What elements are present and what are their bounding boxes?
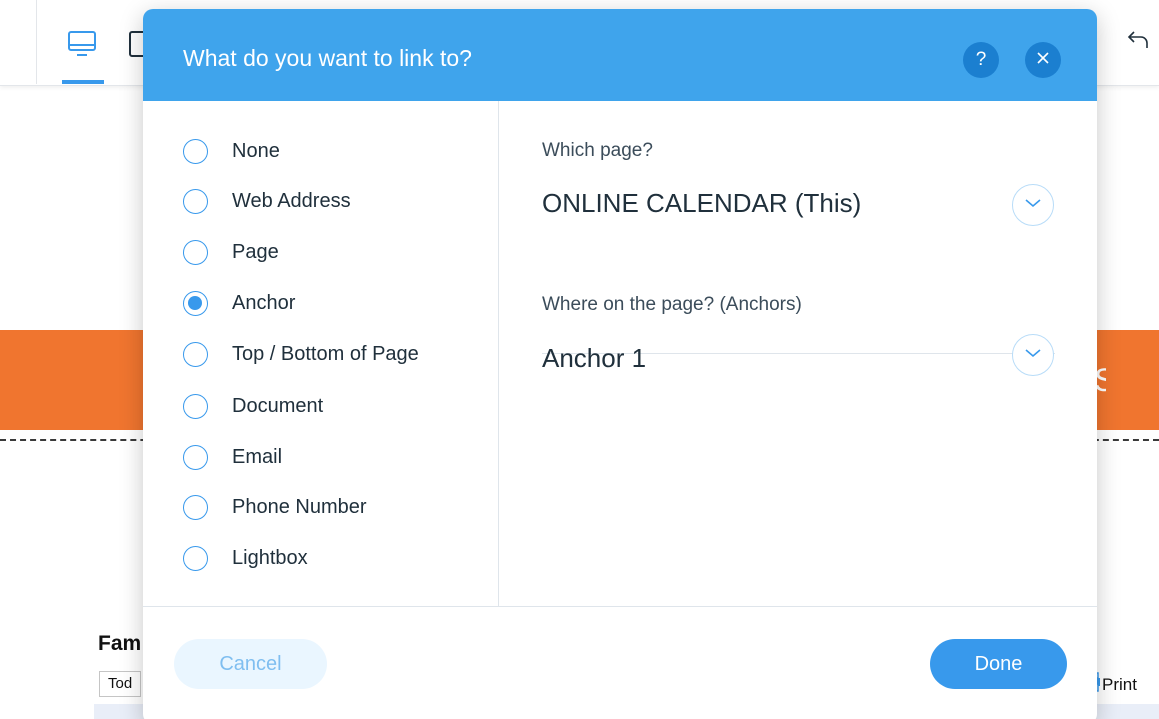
page-field-label: Which page? (542, 140, 653, 161)
link-type-label: Phone Number (232, 495, 367, 518)
link-type-top-bottom[interactable]: Top / Bottom of Page (183, 339, 419, 369)
radio-page[interactable] (183, 239, 208, 265)
radio-phone-number[interactable] (183, 494, 208, 520)
radio-web-address[interactable] (183, 188, 208, 214)
anchor-select-dropdown[interactable] (1012, 334, 1054, 376)
link-type-phone-number[interactable]: Phone Number (183, 492, 367, 522)
chevron-down-icon (1024, 346, 1042, 364)
link-settings-panel: Which page? ONLINE CALENDAR (This) Where… (500, 101, 1097, 606)
link-type-none[interactable]: None (183, 136, 280, 166)
help-icon: ? (975, 49, 987, 70)
radio-lightbox[interactable] (183, 545, 208, 571)
link-type-list: None Web Address Page Anchor Top / Botto… (143, 101, 499, 606)
page-select-dropdown[interactable] (1012, 184, 1054, 226)
link-type-web-address[interactable]: Web Address (183, 186, 351, 216)
undo-icon[interactable] (1126, 26, 1152, 57)
anchor-field-label: Where on the page? (Anchors) (542, 294, 802, 315)
calendar-title: Fam (98, 632, 142, 655)
link-type-label: Anchor (232, 291, 296, 314)
chevron-down-icon (1024, 196, 1042, 214)
radio-anchor[interactable] (183, 290, 208, 316)
link-dialog: What do you want to link to? ? None Web … (143, 9, 1097, 719)
link-type-lightbox[interactable]: Lightbox (183, 543, 308, 573)
radio-email[interactable] (183, 444, 208, 470)
link-type-document[interactable]: Document (183, 391, 323, 421)
help-button[interactable]: ? (963, 42, 999, 78)
link-type-email[interactable]: Email (183, 442, 282, 472)
toolbar-divider (36, 0, 37, 84)
link-type-label: Page (232, 240, 279, 263)
cancel-button[interactable]: Cancel (174, 639, 327, 689)
footer-separator (143, 606, 1097, 607)
link-type-label: Document (232, 394, 324, 417)
link-type-label: None (232, 139, 280, 162)
radio-top-bottom[interactable] (183, 341, 208, 367)
dialog-header: What do you want to link to? ? (143, 9, 1097, 101)
link-type-label: Lightbox (232, 546, 308, 569)
radio-document[interactable] (183, 393, 208, 419)
print-label: Print (1102, 674, 1137, 694)
link-type-anchor[interactable]: Anchor (183, 288, 295, 318)
desktop-icon[interactable] (66, 30, 100, 65)
tablet-icon[interactable] (128, 30, 151, 65)
radio-none[interactable] (183, 138, 208, 164)
close-icon (1036, 51, 1050, 70)
link-type-page[interactable]: Page (183, 237, 279, 267)
active-device-indicator (62, 80, 104, 84)
page-select-value[interactable]: ONLINE CALENDAR (This) (542, 188, 861, 219)
today-button[interactable]: Tod (99, 671, 142, 697)
link-type-label: Top / Bottom of Page (232, 342, 419, 365)
close-button[interactable] (1025, 42, 1061, 78)
anchor-select-value[interactable]: Anchor 1 (542, 343, 646, 374)
link-type-label: Email (232, 445, 283, 468)
link-type-label: Web Address (232, 189, 351, 212)
done-button[interactable]: Done (930, 639, 1067, 689)
dialog-title: What do you want to link to? (183, 45, 472, 71)
